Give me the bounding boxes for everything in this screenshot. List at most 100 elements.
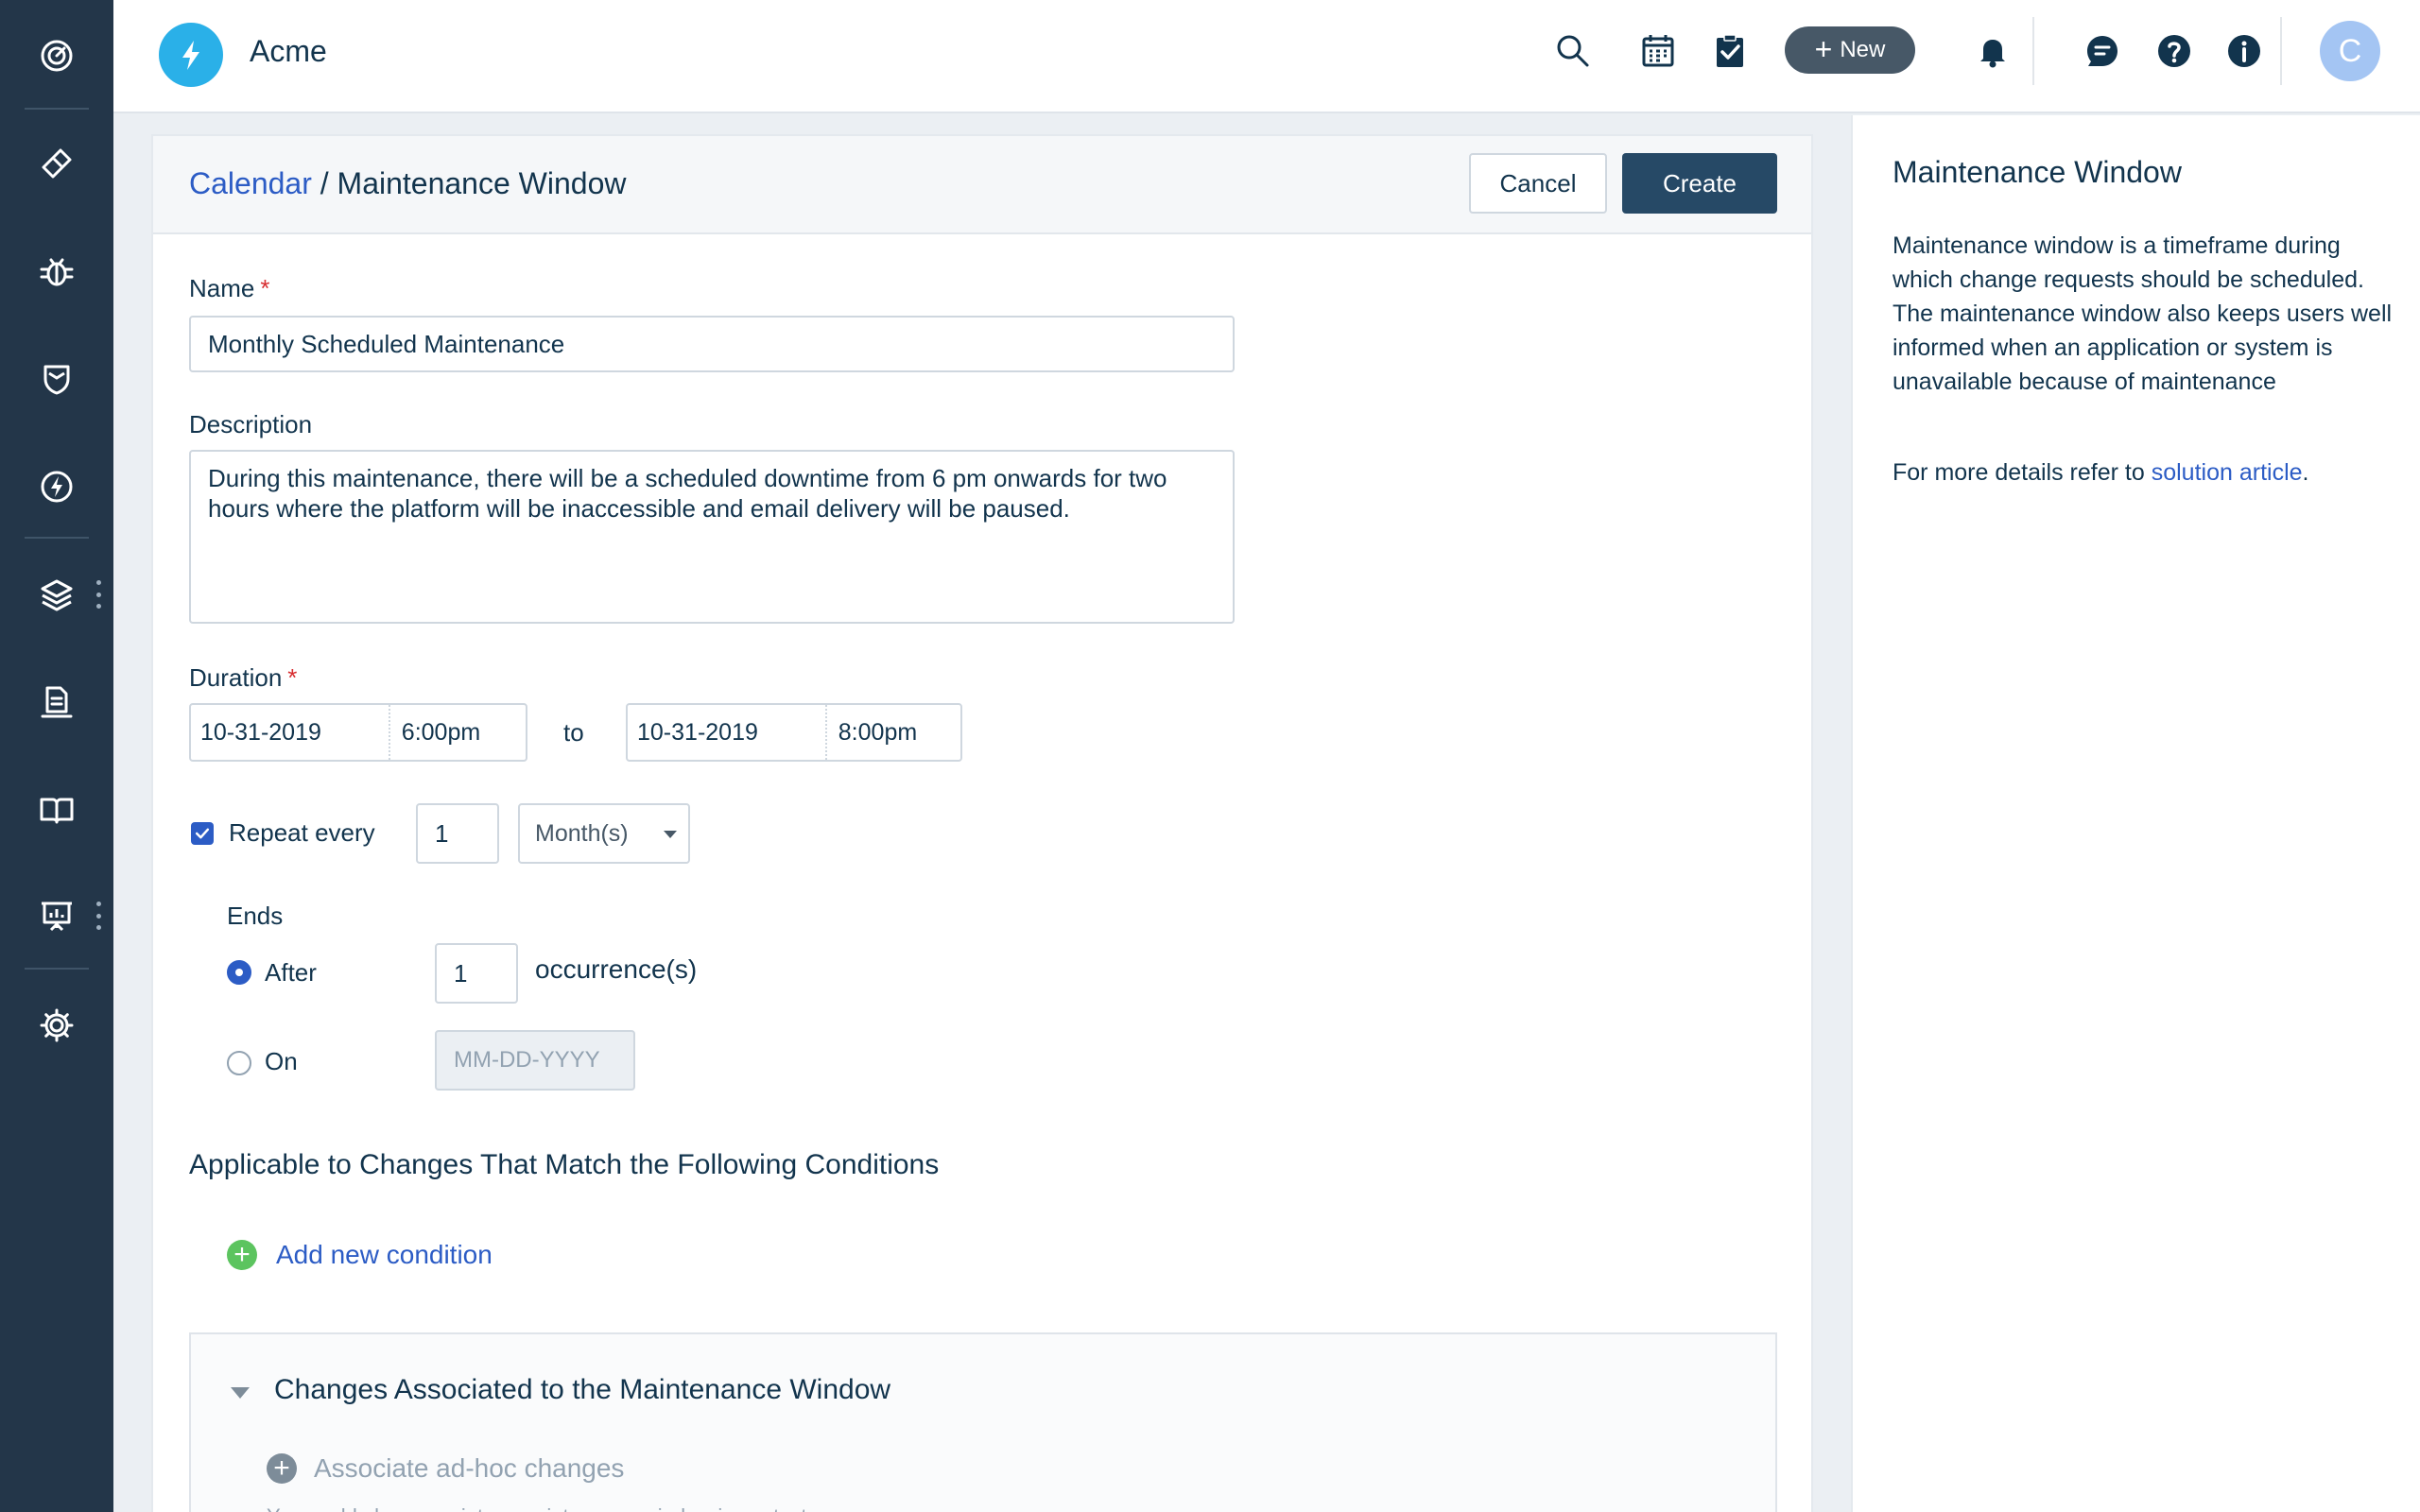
help-panel-title: Maintenance Window [1893, 155, 2182, 189]
chat-button[interactable] [2082, 30, 2123, 72]
info-button[interactable] [2223, 30, 2265, 72]
name-label-text: Name [189, 274, 255, 302]
chevron-down-icon [664, 831, 677, 838]
help-button[interactable] [2153, 30, 2195, 72]
layers-icon [41, 579, 73, 611]
bolt-icon [182, 41, 199, 70]
associate-hint: You could also associate a maintenance w… [267, 1504, 807, 1512]
collapse-triangle-icon[interactable] [231, 1387, 250, 1399]
sidebar-item-admin[interactable] [0, 983, 113, 1068]
start-time-field[interactable]: 6:00pm [388, 705, 526, 760]
required-mark: * [260, 274, 270, 302]
tasks-button[interactable] [1709, 30, 1751, 72]
search-icon [1557, 35, 1589, 67]
shield-icon [43, 365, 70, 395]
help-more-suffix: . [2302, 459, 2309, 486]
ends-on-radio[interactable] [227, 1051, 251, 1075]
start-date-field[interactable]: 10-31-2019 [191, 705, 389, 760]
sidebar-item-tickets[interactable] [0, 121, 113, 206]
solution-article-link[interactable]: solution article [2152, 459, 2303, 486]
bell-icon [1980, 40, 2005, 68]
add-condition-button[interactable]: + Add new condition [227, 1240, 493, 1270]
bolt-icon [41, 471, 73, 503]
sidebar-divider [25, 537, 89, 539]
app-logo[interactable] [159, 23, 223, 87]
conditions-title: Applicable to Changes That Match the Fol… [189, 1149, 940, 1180]
header-separator [2032, 17, 2034, 85]
header-separator [2280, 17, 2282, 85]
sidebar [0, 0, 113, 1512]
sidebar-item-problems[interactable] [0, 229, 113, 314]
ends-after-radio[interactable] [227, 960, 251, 985]
repeat-checkbox[interactable] [191, 822, 214, 845]
top-header: Acme + New C [113, 0, 2420, 113]
associated-changes-title: Changes Associated to the Maintenance Wi… [274, 1374, 891, 1405]
book-icon [40, 798, 74, 824]
description-field[interactable]: During this maintenance, there will be a… [189, 450, 1235, 624]
repeat-interval-field[interactable]: 1 [416, 803, 499, 864]
sidebar-item-releases[interactable] [0, 444, 113, 529]
to-label: to [563, 718, 584, 747]
sidebar-more-icon[interactable] [95, 902, 102, 930]
dashboard-icon [41, 40, 73, 72]
repeat-unit-select[interactable]: Month(s) [518, 803, 690, 864]
presentation-icon [42, 902, 72, 932]
sidebar-item-solutions[interactable] [0, 767, 113, 852]
end-date-field[interactable]: 10-31-2019 [628, 705, 825, 760]
description-label: Description [189, 410, 313, 438]
check-icon [195, 828, 210, 839]
maintenance-window-form: Calendar / Maintenance Window Cancel Cre… [151, 134, 1813, 1512]
assets-icon [41, 686, 73, 718]
associate-adhoc-label: Associate ad-hoc changes [314, 1453, 625, 1483]
clipboard-check-icon [1717, 34, 1743, 67]
page-title: Maintenance Window [337, 166, 627, 200]
sidebar-more-icon[interactable] [95, 580, 102, 609]
create-button[interactable]: Create [1622, 153, 1777, 214]
add-circle-icon: + [267, 1453, 297, 1484]
sidebar-divider [25, 968, 89, 970]
help-panel-body: Maintenance window is a timeframe during… [1893, 232, 2393, 395]
required-mark: * [287, 663, 298, 692]
search-button[interactable] [1552, 30, 1594, 72]
associated-changes-section: Changes Associated to the Maintenance Wi… [189, 1332, 1777, 1512]
breadcrumb: Calendar / Maintenance Window [189, 166, 626, 201]
sidebar-item-changes[interactable] [0, 336, 113, 421]
add-condition-label: Add new condition [276, 1240, 493, 1269]
cancel-button[interactable]: Cancel [1469, 153, 1607, 214]
end-date-field[interactable]: MM-DD-YYYY [435, 1030, 635, 1091]
duration-label: Duration * [189, 663, 297, 693]
ticket-icon [42, 148, 72, 179]
on-label: On [265, 1047, 298, 1075]
calendar-icon [1642, 35, 1674, 67]
calendar-button[interactable] [1637, 30, 1679, 72]
help-panel-more: For more details refer to solution artic… [1893, 459, 2308, 487]
sidebar-item-contracts[interactable] [0, 660, 113, 745]
gear-icon [40, 1008, 74, 1042]
name-field[interactable]: Monthly Scheduled Maintenance [189, 316, 1235, 372]
help-more-prefix: For more details refer to [1893, 459, 2152, 486]
repeat-label: Repeat every [229, 818, 375, 847]
bug-icon [40, 258, 74, 286]
end-datetime: 10-31-2019 8:00pm [626, 703, 962, 762]
chat-icon [2087, 36, 2118, 66]
occurrence-label: occurrence(s) [535, 954, 698, 984]
sidebar-divider [25, 108, 89, 110]
form-header: Calendar / Maintenance Window Cancel Cre… [153, 136, 1811, 234]
occurrence-count-field[interactable]: 1 [435, 943, 518, 1004]
help-panel: Maintenance Window Maintenance window is… [1851, 115, 2420, 1512]
add-circle-icon: + [227, 1240, 257, 1270]
breadcrumb-calendar-link[interactable]: Calendar [189, 166, 312, 200]
repeat-unit-value: Month(s) [535, 819, 629, 847]
duration-label-text: Duration [189, 663, 283, 692]
new-button[interactable]: + New [1785, 26, 1915, 74]
sidebar-item-dashboard[interactable] [0, 13, 113, 98]
notifications-button[interactable] [1972, 30, 2014, 72]
after-label: After [265, 958, 317, 987]
info-icon [2228, 35, 2260, 67]
ends-label: Ends [227, 902, 284, 930]
associate-adhoc-button[interactable]: + Associate ad-hoc changes [267, 1453, 624, 1484]
breadcrumb-separator: / [311, 166, 337, 200]
end-time-field[interactable]: 8:00pm [824, 705, 960, 760]
app-name: Acme [250, 34, 327, 68]
avatar[interactable]: C [2320, 21, 2380, 81]
